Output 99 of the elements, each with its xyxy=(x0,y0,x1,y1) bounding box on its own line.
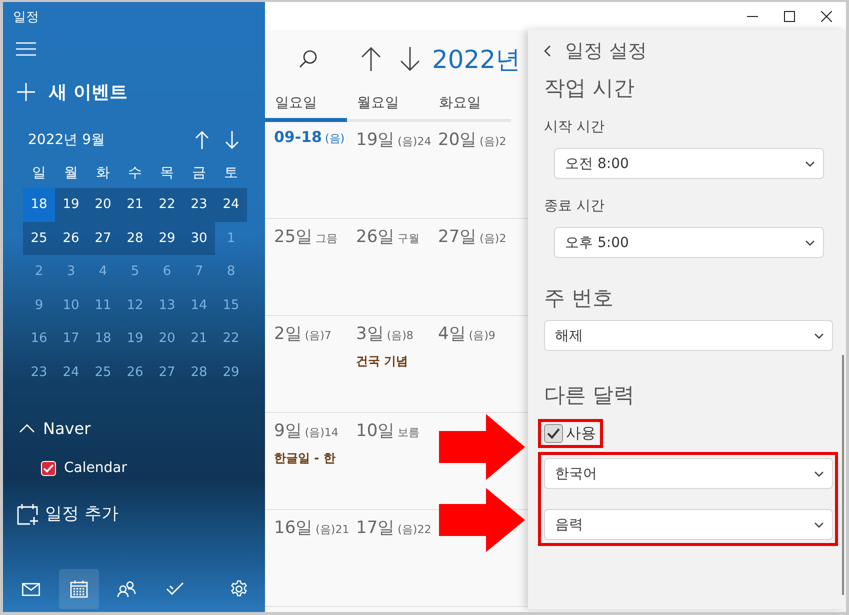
lunar-date: (음)2 xyxy=(480,231,506,246)
lunar-date: (음) xyxy=(324,131,345,146)
day-cell[interactable]: 16 xyxy=(23,322,55,356)
day-cell[interactable]: 2 xyxy=(23,255,55,288)
day-cell[interactable]: 22 xyxy=(215,322,247,356)
section-heading: 다른 달력 xyxy=(544,382,636,409)
month-title: 2022년 xyxy=(432,44,521,76)
lunar-date: (음)22 xyxy=(398,522,432,537)
field-label: 시작 시간 xyxy=(544,118,606,136)
day-number: 19일 xyxy=(356,129,395,151)
new-event-button[interactable]: 새 이벤트 xyxy=(17,80,265,104)
weekday-header: 화요일 xyxy=(429,88,511,122)
day-cell[interactable]: 4 xyxy=(87,255,119,288)
day-cell[interactable]: 24 xyxy=(215,188,247,222)
end-time-dropdown[interactable]: 오후 5:00 xyxy=(554,227,824,258)
lunar-date: 그믐 xyxy=(316,231,338,246)
day-number: 10일 xyxy=(356,420,395,442)
day-cell[interactable]: 28 xyxy=(119,222,151,255)
day-number: 16일 xyxy=(274,517,313,539)
day-cell[interactable]: 12 xyxy=(119,288,151,322)
day-cell[interactable]: 24 xyxy=(55,356,87,389)
calendar-name: Calendar xyxy=(64,460,127,476)
lunar-date: (음)7 xyxy=(304,328,332,343)
weekday-label: 일 xyxy=(31,164,47,183)
day-cell[interactable]: 3 xyxy=(55,255,87,288)
day-cell[interactable]: 21 xyxy=(119,188,151,222)
weekday-label: 수 xyxy=(127,164,143,183)
lunar-date: 구월 xyxy=(398,231,420,246)
lunar-date: (음)2 xyxy=(480,134,506,149)
day-cell[interactable]: 29 xyxy=(151,222,183,255)
start-time-dropdown[interactable]: 오전 8:00 xyxy=(554,148,824,179)
day-cell[interactable]: 19 xyxy=(55,188,87,222)
weekday-label: 월 xyxy=(63,164,79,183)
lunar-date: (음)24 xyxy=(398,134,432,149)
day-cell[interactable]: 8 xyxy=(215,255,247,288)
day-cell[interactable]: 25 xyxy=(23,222,55,255)
day-cell[interactable]: 20 xyxy=(87,188,119,222)
day-cell[interactable]: 15 xyxy=(215,288,247,322)
day-cell[interactable]: 26 xyxy=(119,356,151,389)
panel-title: 일정 설정 xyxy=(565,39,648,64)
month-title: 2022년 9월 xyxy=(28,131,106,149)
event-title[interactable]: 건국 기념 xyxy=(356,353,429,370)
weekday-label: 금 xyxy=(191,164,207,183)
day-cell[interactable]: 18 xyxy=(87,322,119,356)
window-title: 일정 xyxy=(12,9,40,26)
enable-checkbox[interactable]: 사용 xyxy=(544,424,596,443)
section-heading: 작업 시간 xyxy=(544,75,636,102)
lunar-date: (음)8 xyxy=(386,328,414,343)
day-cell[interactable]: 28 xyxy=(183,356,215,389)
day-cell[interactable]: 25 xyxy=(87,356,119,389)
day-cell[interactable]: 14 xyxy=(183,288,215,322)
weekday-header: 월요일 xyxy=(347,88,429,122)
weekday-label: 목 xyxy=(159,164,175,183)
calendar-type-dropdown[interactable]: 음력 xyxy=(544,509,833,540)
day-cell[interactable]: 23 xyxy=(183,188,215,222)
add-calendar-button[interactable]: 일정 추가 xyxy=(17,502,265,525)
day-cell[interactable]: 19 xyxy=(119,322,151,356)
day-cell[interactable]: 11 xyxy=(87,288,119,322)
section-heading: 주 번호 xyxy=(544,285,615,312)
day-number: 4일 xyxy=(438,323,466,345)
day-cell[interactable]: 23 xyxy=(23,356,55,389)
day-number: 9일 xyxy=(274,420,302,442)
day-cell[interactable]: 22 xyxy=(151,188,183,222)
lunar-date: (음)9 xyxy=(468,328,496,343)
day-number: 3일 xyxy=(356,323,384,345)
day-cell[interactable]: 13 xyxy=(151,288,183,322)
day-cell[interactable]: 1 xyxy=(215,222,247,255)
language-dropdown[interactable]: 한국어 xyxy=(544,458,833,489)
day-number: 2일 xyxy=(274,323,302,345)
field-label: 종료 시간 xyxy=(544,197,606,215)
week-number-dropdown[interactable]: 해제 xyxy=(544,320,833,351)
weekday-header: 일요일 xyxy=(265,88,347,122)
day-cell[interactable]: 29 xyxy=(215,356,247,389)
day-cell[interactable]: 27 xyxy=(87,222,119,255)
day-cell[interactable]: 26 xyxy=(55,222,87,255)
day-cell[interactable]: 27 xyxy=(151,356,183,389)
event-title[interactable]: 한글일 - 한 xyxy=(274,450,347,467)
day-cell[interactable]: 5 xyxy=(119,255,151,288)
day-cell[interactable]: 9 xyxy=(23,288,55,322)
day-cell[interactable]: 10 xyxy=(55,288,87,322)
day-cell[interactable]: 18 xyxy=(23,188,55,222)
day-cell[interactable]: 30 xyxy=(183,222,215,255)
day-number: 27일 xyxy=(438,226,477,248)
day-cell[interactable]: 21 xyxy=(183,322,215,356)
day-cell[interactable]: 6 xyxy=(151,255,183,288)
weekday-label: 토 xyxy=(223,164,239,183)
day-number: 17일 xyxy=(356,517,395,539)
day-number: 26일 xyxy=(356,226,395,248)
day-cell[interactable]: 20 xyxy=(151,322,183,356)
lunar-date: (음)14 xyxy=(304,425,338,440)
day-number: 20일 xyxy=(438,129,477,151)
day-cell[interactable]: 17 xyxy=(55,322,87,356)
account-header[interactable]: Naver xyxy=(19,419,265,438)
lunar-date: 보름 xyxy=(398,425,420,440)
weekday-label: 화 xyxy=(95,164,111,183)
day-cell[interactable]: 7 xyxy=(183,255,215,288)
day-number: 09-18 xyxy=(274,128,322,146)
lunar-date: (음)21 xyxy=(316,522,350,537)
day-number: 25일 xyxy=(274,226,313,248)
